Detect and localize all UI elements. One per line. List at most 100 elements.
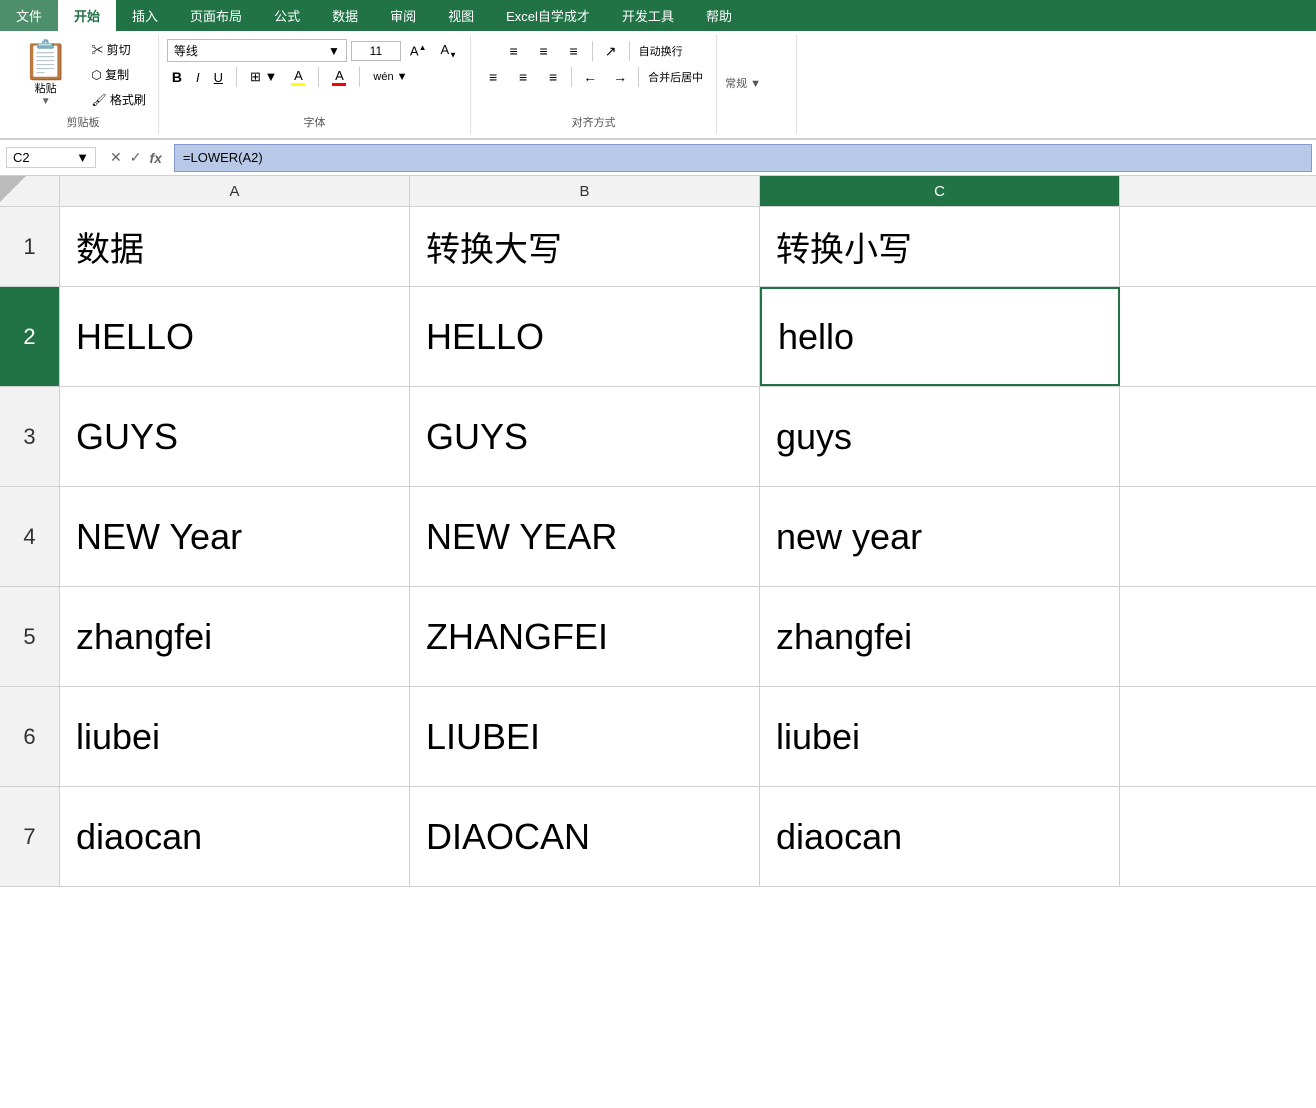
font-shrink-button[interactable]: A▼	[436, 40, 463, 62]
align-right[interactable]: ≡	[539, 65, 567, 89]
table-row: 3 GUYS GUYS guys	[0, 387, 1316, 487]
tab-help[interactable]: 帮助	[690, 0, 748, 31]
tab-page-layout[interactable]: 页面布局	[174, 0, 258, 31]
cell-c6[interactable]: liubei	[760, 687, 1120, 786]
format-painter-button[interactable]: 🖌 格式刷	[87, 89, 150, 110]
align-center[interactable]: ≡	[509, 65, 537, 89]
cell-ref-value: C2	[13, 150, 30, 165]
font-content: 等线 ▼ 11 A▲ A▼ B I U ⊞ ▼ A	[167, 39, 462, 110]
tab-review[interactable]: 审阅	[374, 0, 432, 31]
tab-file[interactable]: 文件	[0, 0, 58, 31]
align-top-row: ≡ ≡ ≡ ↗ 自动换行	[500, 39, 688, 63]
table-row: 5 zhangfei ZHANGFEI zhangfei	[0, 587, 1316, 687]
italic-button[interactable]: I	[191, 68, 205, 87]
cell-b4[interactable]: NEW YEAR	[410, 487, 760, 586]
tab-excel-learn[interactable]: Excel自学成才	[490, 0, 606, 31]
divider2	[318, 67, 319, 87]
cell-c5[interactable]: zhangfei	[760, 587, 1120, 686]
col-header-a[interactable]: A	[60, 176, 410, 206]
tab-insert[interactable]: 插入	[116, 0, 174, 31]
divider5	[629, 41, 630, 61]
font-name-value: 等线	[174, 42, 198, 59]
clipboard-group: 📋 粘贴 ▼ ✂ 剪切 ⬡ 复制 🖌 格式刷 剪贴板	[8, 35, 159, 134]
auto-wrap-button[interactable]: 自动换行	[634, 39, 688, 63]
ribbon-content: 📋 粘贴 ▼ ✂ 剪切 ⬡ 复制 🖌 格式刷 剪贴板 等线	[0, 31, 1316, 139]
data-rows: 1 数据 转换大写 转换小写 2 HELLO HELLO hello 3 GUY…	[0, 207, 1316, 887]
fill-icon: A	[291, 68, 305, 86]
align-top-right[interactable]: ≡	[560, 39, 588, 63]
font-label: 字体	[167, 110, 462, 130]
align-top-center[interactable]: ≡	[530, 39, 558, 63]
more-ribbon: 常规 ▼	[717, 35, 797, 134]
confirm-icon[interactable]: ✓	[130, 149, 142, 166]
alignment-label: 对齐方式	[479, 110, 708, 130]
underline-button[interactable]: U	[209, 68, 228, 87]
cell-c4[interactable]: new year	[760, 487, 1120, 586]
wubi-button[interactable]: wén ▼	[368, 69, 412, 85]
cut-button[interactable]: ✂ 剪切	[87, 39, 150, 60]
tab-data[interactable]: 数据	[316, 0, 374, 31]
cell-a1[interactable]: 数据	[60, 207, 410, 286]
col-header-b[interactable]: B	[410, 176, 760, 206]
formula-input[interactable]: =LOWER(A2) 提示栏	[174, 144, 1312, 172]
rotate-text[interactable]: ↗	[597, 39, 625, 63]
fill-color-button[interactable]: A	[286, 66, 310, 88]
cell-c2[interactable]: hello	[760, 287, 1120, 386]
cell-reference-box[interactable]: C2 ▼	[6, 147, 96, 168]
row-num-4: 4	[0, 487, 60, 586]
ribbon-tabs: 文件 开始 插入 页面布局 公式 数据 审阅 视图 Excel自学成才 开发工具…	[0, 0, 1316, 31]
cell-b5[interactable]: ZHANGFEI	[410, 587, 760, 686]
formula-icons: ✕ ✓ fx	[102, 149, 170, 166]
corner-cell	[0, 176, 60, 206]
cell-a5[interactable]: zhangfei	[60, 587, 410, 686]
tab-developer[interactable]: 开发工具	[606, 0, 690, 31]
cell-b6[interactable]: LIUBEI	[410, 687, 760, 786]
alignment-content: ≡ ≡ ≡ ↗ 自动换行 ≡ ≡ ≡ ← → 合并后居中	[479, 39, 708, 110]
increase-indent[interactable]: →	[606, 65, 634, 89]
formula-bar: C2 ▼ ✕ ✓ fx =LOWER(A2) 提示栏	[0, 140, 1316, 176]
font-grow-button[interactable]: A▲	[405, 41, 432, 60]
decrease-indent[interactable]: ←	[576, 65, 604, 89]
font-name-row: 等线 ▼ 11 A▲ A▼	[167, 39, 462, 62]
table-row: 7 diaocan DIAOCAN diaocan	[0, 787, 1316, 887]
cell-ref-arrow: ▼	[76, 150, 89, 165]
copy-button[interactable]: ⬡ 复制	[87, 64, 150, 85]
cell-b1[interactable]: 转换大写	[410, 207, 760, 286]
tab-formula[interactable]: 公式	[258, 0, 316, 31]
function-icon[interactable]: fx	[149, 150, 161, 166]
cell-c3[interactable]: guys	[760, 387, 1120, 486]
border-button[interactable]: ⊞ ▼	[245, 67, 282, 87]
cell-a2[interactable]: HELLO	[60, 287, 410, 386]
column-headers: A B C	[0, 176, 1316, 207]
paste-button[interactable]: 📋 粘贴 ▼	[16, 40, 75, 109]
font-group: 等线 ▼ 11 A▲ A▼ B I U ⊞ ▼ A	[159, 35, 471, 134]
align-left[interactable]: ≡	[479, 65, 507, 89]
tab-home[interactable]: 开始	[58, 0, 116, 31]
font-color-button[interactable]: A	[327, 66, 351, 88]
cell-b2[interactable]: HELLO	[410, 287, 760, 386]
font-name-arrow: ▼	[328, 44, 340, 58]
align-top-left[interactable]: ≡	[500, 39, 528, 63]
cell-b3[interactable]: GUYS	[410, 387, 760, 486]
cell-c1[interactable]: 转换小写	[760, 207, 1120, 286]
align-bottom-row: ≡ ≡ ≡ ← → 合并后居中	[479, 65, 708, 89]
tab-view[interactable]: 视图	[432, 0, 490, 31]
cell-c7[interactable]: diaocan	[760, 787, 1120, 886]
cell-a3[interactable]: GUYS	[60, 387, 410, 486]
table-row: 1 数据 转换大写 转换小写	[0, 207, 1316, 287]
merge-center-button[interactable]: 合并后居中	[643, 65, 708, 89]
alignment-group: ≡ ≡ ≡ ↗ 自动换行 ≡ ≡ ≡ ← → 合并后居中	[471, 35, 717, 134]
divider7	[638, 67, 639, 87]
cell-a7[interactable]: diaocan	[60, 787, 410, 886]
paste-label: 粘贴	[35, 80, 57, 96]
cell-b7[interactable]: DIAOCAN	[410, 787, 760, 886]
cell-a4[interactable]: NEW Year	[60, 487, 410, 586]
cell-a6[interactable]: liubei	[60, 687, 410, 786]
cancel-icon[interactable]: ✕	[110, 149, 122, 166]
paste-arrow: ▼	[41, 96, 51, 107]
font-size-box[interactable]: 11	[351, 41, 401, 61]
col-header-c[interactable]: C	[760, 176, 1120, 206]
font-name-box[interactable]: 等线 ▼	[167, 39, 347, 62]
sheet-area: A B C 1 数据 转换大写 转换小写 2 HELLO HELLO hello…	[0, 176, 1316, 887]
bold-button[interactable]: B	[167, 67, 187, 87]
